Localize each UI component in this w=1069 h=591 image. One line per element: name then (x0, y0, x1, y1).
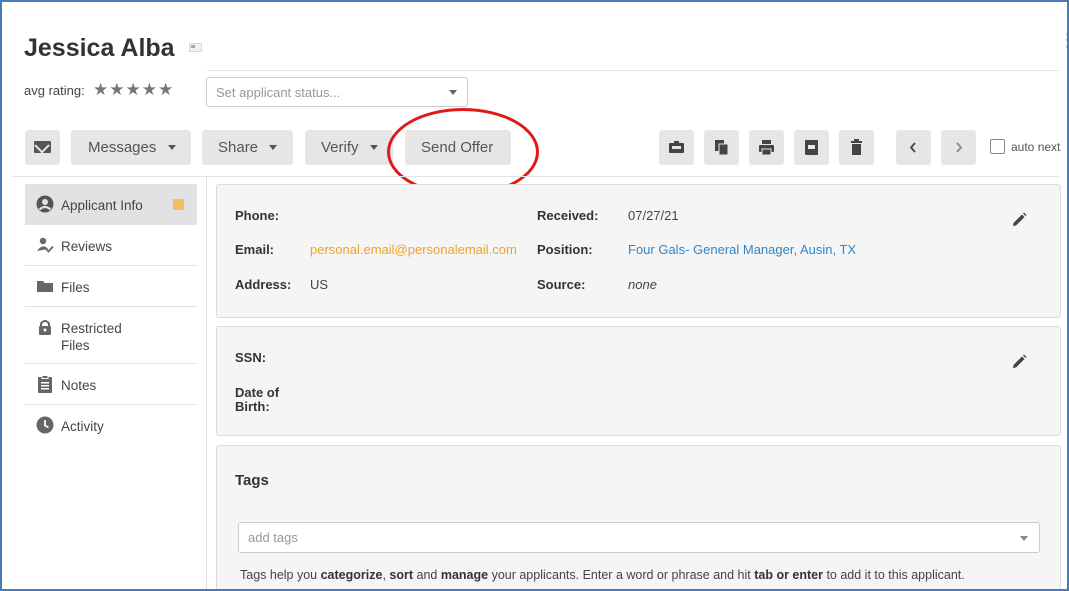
address-value: US (310, 277, 329, 292)
chevron-left-icon (909, 142, 916, 153)
lock-icon (39, 320, 51, 335)
messages-label: Messages (88, 139, 157, 156)
share-button[interactable]: Share (202, 130, 293, 165)
delete-button[interactable] (839, 130, 874, 165)
auto-next-label: auto next (1011, 140, 1061, 154)
share-label: Share (218, 139, 259, 156)
flag-icon[interactable] (189, 43, 202, 52)
private-info-panel: SSN: Date of Birth: (216, 326, 1061, 436)
clipboard-icon (38, 375, 52, 393)
chevron-down-icon (1020, 536, 1028, 541)
chevron-down-icon (269, 145, 277, 150)
sidebar-divider (206, 177, 207, 589)
sidebar-item-label: Restricted Files (61, 321, 122, 353)
messages-button[interactable]: Messages (71, 130, 191, 165)
tags-title: Tags (235, 472, 269, 489)
email-label: Email: (235, 242, 275, 257)
chevron-down-icon (449, 90, 457, 95)
email-link[interactable]: personal.email@personalemail.com (310, 242, 517, 257)
archive-icon (805, 140, 818, 155)
sidebar-item-applicant-info[interactable]: Applicant Info (25, 184, 197, 225)
sidebar-item-label: Reviews (61, 239, 113, 254)
tags-help-text: Tags help you categorize, sort and manag… (240, 568, 965, 582)
applicant-status-select[interactable]: Set applicant status... (206, 77, 468, 107)
received-value: 07/27/21 (628, 208, 679, 223)
toolbar-divider (12, 176, 1059, 177)
rating-stars[interactable]: ★★★★★ (93, 80, 174, 100)
sidebar-item-label: Notes (61, 378, 97, 393)
sidebar-item-restricted-files[interactable]: Restricted Files (25, 307, 197, 364)
copy-button[interactable] (704, 130, 739, 165)
verify-label: Verify (321, 139, 359, 156)
position-link[interactable]: Four Gals- General Manager, Ausin, TX (628, 242, 856, 257)
status-badge (173, 199, 184, 210)
avg-rating-label: avg rating: (24, 83, 85, 98)
envelope-icon (34, 141, 51, 153)
applicant-info-panel: Phone: Email: personal.email@personalema… (216, 184, 1061, 318)
header-divider (207, 70, 1059, 71)
applicant-window: Jessica Alba ⋮ avg rating: ★★★★★ Set app… (0, 0, 1069, 591)
folder-icon (37, 281, 53, 292)
archive-button[interactable] (794, 130, 829, 165)
verify-button[interactable]: Verify (305, 130, 393, 165)
sidebar-item-label: Applicant Info (61, 198, 143, 213)
source-value: none (628, 277, 657, 292)
user-check-icon (37, 237, 54, 253)
chevron-down-icon (370, 145, 378, 150)
chevron-right-icon (956, 142, 963, 153)
user-circle-icon (36, 195, 54, 213)
copy-icon (715, 140, 729, 156)
dob-label: Date of Birth: (235, 385, 280, 414)
id-card-icon (669, 141, 684, 153)
tags-panel: Tags add tags Tags help you categorize, … (216, 445, 1061, 589)
chevron-down-icon (168, 145, 176, 150)
next-button[interactable] (941, 130, 976, 165)
position-label: Position: (537, 242, 593, 257)
print-icon (759, 140, 774, 156)
email-button[interactable] (25, 130, 60, 165)
status-placeholder: Set applicant status... (216, 85, 341, 100)
sidebar-item-files[interactable]: Files (25, 266, 197, 307)
ssn-label: SSN: (235, 350, 267, 365)
source-label: Source: (537, 277, 586, 292)
previous-button[interactable] (896, 130, 931, 165)
tags-placeholder: add tags (248, 530, 298, 545)
sidebar-item-reviews[interactable]: Reviews (25, 225, 197, 266)
auto-next-checkbox[interactable] (990, 139, 1005, 154)
tags-input[interactable]: add tags (238, 522, 1040, 553)
sidebar: Applicant Info Reviews Files Restricted … (25, 184, 197, 446)
sidebar-item-activity[interactable]: Activity (25, 405, 197, 446)
more-options-icon[interactable]: ⋮ (1059, 30, 1067, 51)
trash-icon (851, 139, 862, 155)
address-label: Address: (235, 277, 292, 292)
clock-icon (36, 416, 54, 434)
sidebar-item-label: Activity (61, 419, 104, 434)
id-card-button[interactable] (659, 130, 694, 165)
print-button[interactable] (749, 130, 784, 165)
sidebar-item-label: Files (61, 280, 90, 295)
sidebar-item-notes[interactable]: Notes (25, 364, 197, 405)
applicant-name: Jessica Alba (24, 34, 175, 62)
highlight-circle (387, 108, 539, 196)
received-label: Received: (537, 208, 599, 223)
edit-pencil-icon[interactable] (1010, 211, 1028, 229)
edit-pencil-icon[interactable] (1010, 353, 1028, 371)
phone-label: Phone: (235, 208, 280, 223)
